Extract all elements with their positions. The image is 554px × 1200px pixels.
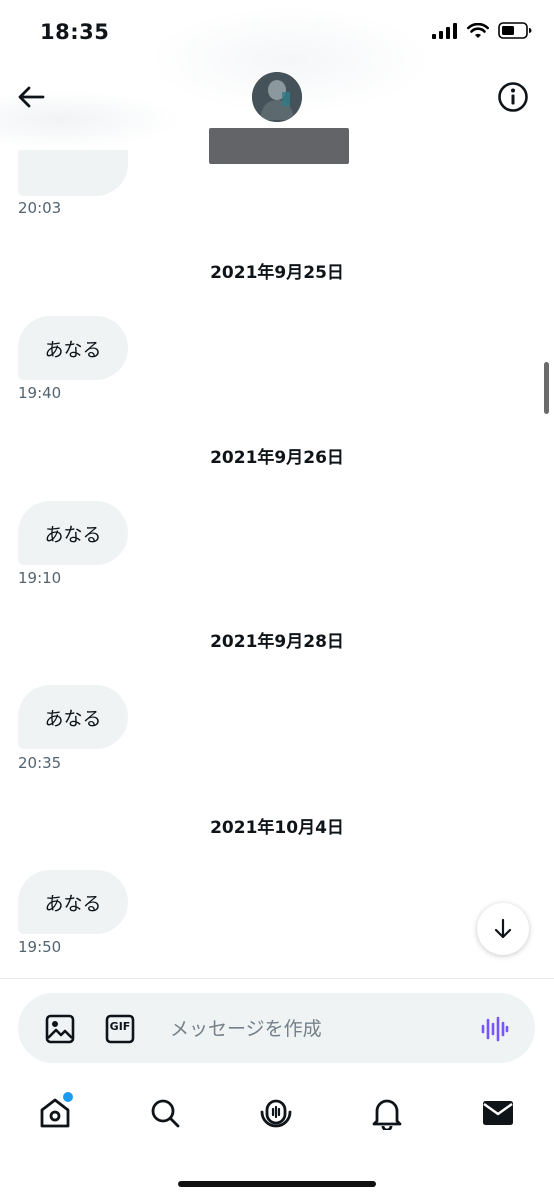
back-button[interactable] <box>14 80 48 114</box>
message-bubble[interactable]: あなる <box>18 685 128 749</box>
message-bubble[interactable]: あなる <box>18 316 128 380</box>
arrow-down-icon <box>494 918 512 939</box>
info-icon <box>498 82 528 112</box>
info-button[interactable] <box>496 80 530 114</box>
date-separator: 2021年9月25日 <box>210 263 344 283</box>
voice-icon <box>481 1016 509 1042</box>
tab-messages[interactable] <box>478 1093 518 1133</box>
back-arrow-icon <box>18 86 45 108</box>
image-button[interactable] <box>44 1013 76 1045</box>
battery-icon <box>498 22 532 39</box>
scrollbar[interactable] <box>544 362 549 414</box>
search-icon <box>151 1099 180 1128</box>
mail-icon <box>483 1101 513 1125</box>
message-bubble[interactable]: あなる <box>18 501 128 565</box>
signal-icon <box>432 22 457 39</box>
message-bubble[interactable]: あなる <box>18 870 128 934</box>
home-indicator <box>178 1181 376 1187</box>
spaces-icon <box>260 1099 292 1128</box>
status-time: 18:35 <box>40 20 110 44</box>
date-separator: 2021年9月26日 <box>210 448 344 468</box>
status-icons <box>432 22 532 39</box>
tab-spaces[interactable] <box>256 1093 296 1133</box>
scroll-to-bottom-button[interactable] <box>477 903 529 955</box>
avatar-image <box>252 72 302 122</box>
image-icon <box>45 1014 75 1044</box>
composer-divider <box>0 978 554 979</box>
bell-icon <box>372 1099 402 1130</box>
wifi-icon <box>467 22 489 38</box>
gif-button[interactable]: GIF <box>104 1013 136 1045</box>
message-time: 19:50 <box>18 938 62 956</box>
notification-dot <box>62 1091 74 1103</box>
message-time: 19:40 <box>18 384 62 402</box>
message-bubble-partial[interactable] <box>18 150 128 196</box>
message-time: 20:03 <box>18 199 62 217</box>
message-time: 19:10 <box>18 569 62 587</box>
gif-label: GIF <box>109 1020 131 1033</box>
message-input[interactable] <box>170 1016 450 1042</box>
voice-message-button[interactable] <box>478 1013 510 1045</box>
avatar[interactable] <box>252 72 302 122</box>
date-separator: 2021年10月4日 <box>210 818 344 838</box>
message-time: 20:35 <box>18 754 62 772</box>
date-separator: 2021年9月28日 <box>210 632 344 652</box>
tab-search[interactable] <box>145 1093 185 1133</box>
tab-notifications[interactable] <box>367 1093 407 1133</box>
redacted-name <box>209 128 349 164</box>
